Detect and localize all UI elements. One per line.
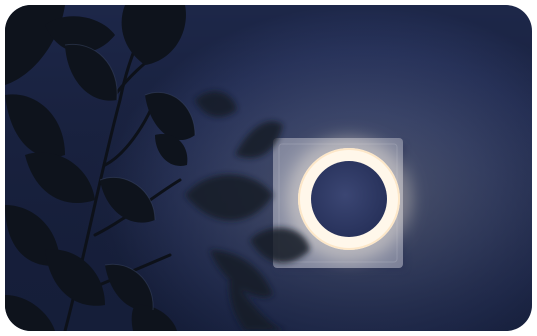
night-light bbox=[298, 148, 400, 250]
night-light-photo bbox=[5, 5, 532, 331]
photo-scene bbox=[5, 5, 532, 331]
image-frame bbox=[0, 0, 537, 336]
